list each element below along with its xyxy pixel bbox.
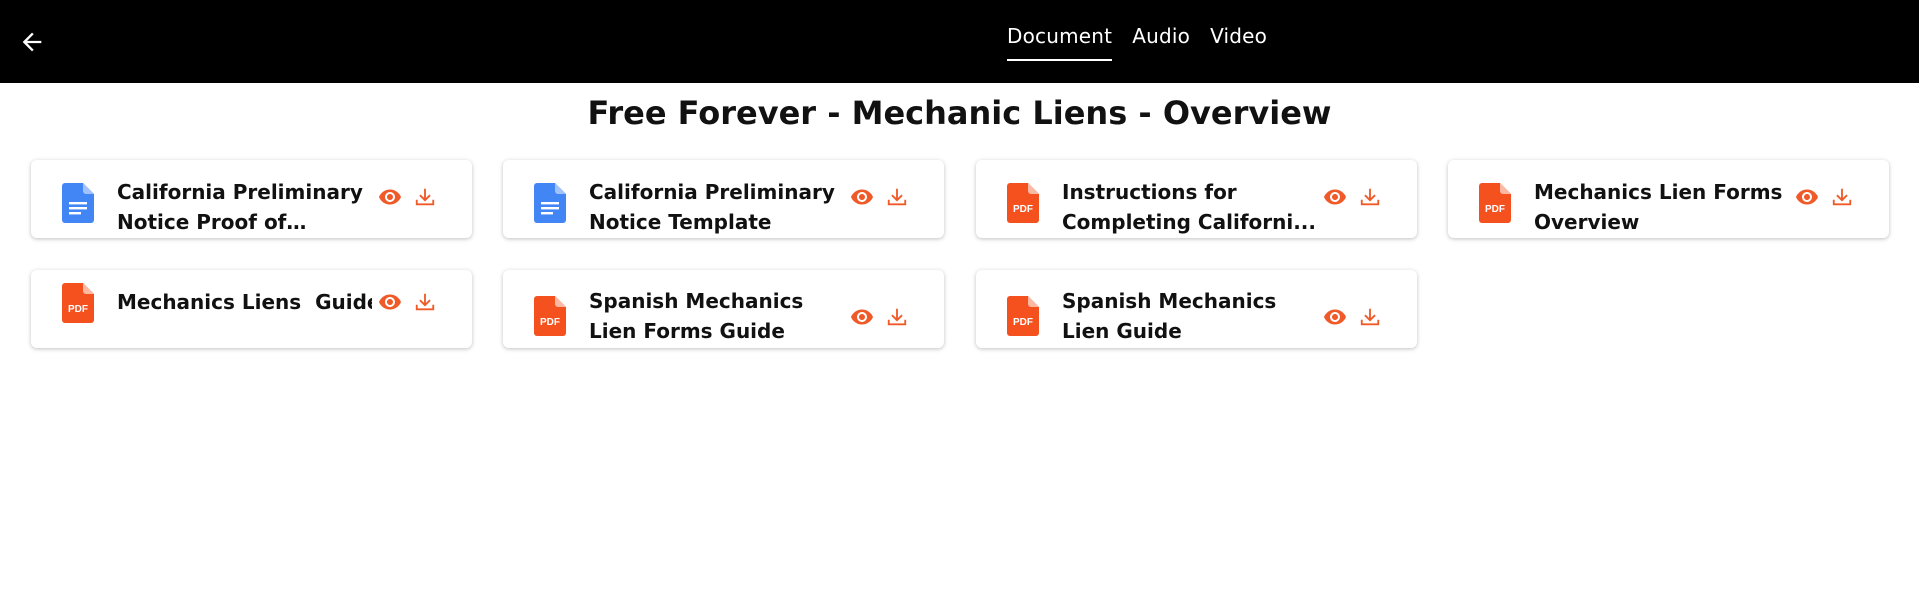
top-nav-bar: Document Audio Video [0,0,1919,83]
pdf-icon: PDF [1479,183,1511,223]
document-card: PDF Mechanics Lien Forms Overview [1448,160,1889,238]
download-icon[interactable] [886,305,908,329]
download-icon[interactable] [1359,305,1381,329]
view-eye-icon[interactable] [850,185,874,209]
download-icon[interactable] [414,290,436,314]
back-arrow-icon[interactable] [18,28,46,56]
document-name: Spanish Mechanics Lien Guide [1062,289,1277,343]
google-doc-icon [62,183,94,223]
view-eye-icon[interactable] [1795,185,1819,209]
tab-video[interactable]: Video [1210,0,1267,59]
page-title: Free Forever - Mechanic Liens - Overview [587,94,1332,132]
view-eye-icon[interactable] [378,290,402,314]
view-eye-icon[interactable] [1323,185,1347,209]
media-tabs: Document Audio Video [1007,0,1287,83]
svg-text:PDF: PDF [540,317,560,328]
view-eye-icon[interactable] [378,185,402,209]
document-name: Mechanics Liens Guide [117,290,372,314]
document-name: Mechanics Lien Forms Overview [1534,180,1783,234]
svg-text:PDF: PDF [1013,317,1033,328]
pdf-icon: PDF [534,296,566,336]
document-name: California Preliminary Notice Proof of S… [117,180,363,234]
pdf-icon: PDF [1007,296,1039,336]
pdf-icon: PDF [1007,183,1039,223]
download-icon[interactable] [886,185,908,209]
download-icon[interactable] [1831,185,1853,209]
view-eye-icon[interactable] [1323,305,1347,329]
tab-audio[interactable]: Audio [1132,0,1190,59]
document-card: PDF Spanish Mechanics Lien Forms Guide [503,270,944,348]
document-card: California Preliminary Notice Template [503,160,944,238]
document-name: Spanish Mechanics Lien Forms Guide [589,289,804,343]
download-icon[interactable] [1359,185,1381,209]
view-eye-icon[interactable] [850,305,874,329]
download-icon[interactable] [414,185,436,209]
svg-text:PDF: PDF [1013,204,1033,215]
document-card: PDF Spanish Mechanics Lien Guide [976,270,1417,348]
document-card: PDF Mechanics Liens Guide [31,270,472,348]
document-name: Instructions for Completing Californi... [1062,180,1317,234]
google-doc-icon [534,183,566,223]
document-card: California Preliminary Notice Proof of S… [31,160,472,238]
tab-document[interactable]: Document [1007,0,1113,61]
document-card: PDF Instructions for Completing Californ… [976,160,1417,238]
svg-text:PDF: PDF [68,304,88,315]
document-name: California Preliminary Notice Template [589,180,835,234]
svg-text:PDF: PDF [1485,204,1505,215]
pdf-icon: PDF [62,283,94,323]
